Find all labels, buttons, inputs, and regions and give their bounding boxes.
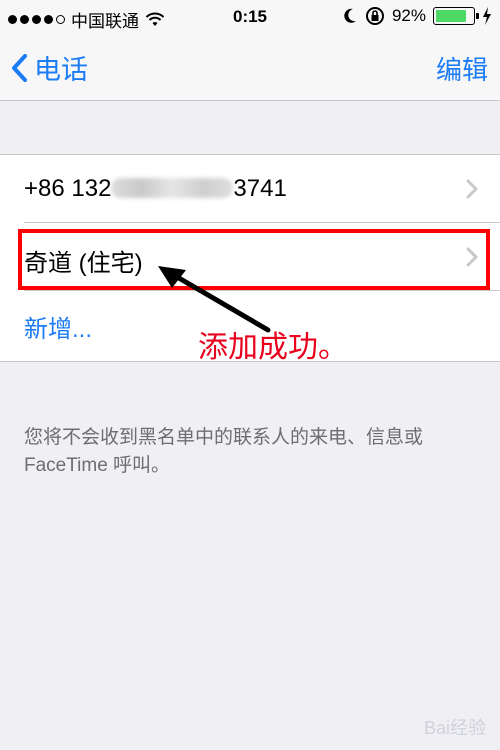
chevron-left-icon [12, 53, 27, 82]
blocked-item-phone-label: +86 132 3741 [24, 175, 287, 203]
redacted-digits [111, 178, 234, 199]
add-new-label: 新增... [24, 316, 93, 343]
status-right: 92% [342, 6, 492, 26]
moon-icon [344, 8, 356, 23]
watermark-logo: Bai经验 [423, 718, 486, 738]
phone-suffix: 3741 [233, 175, 287, 202]
chevron-right-icon [466, 179, 478, 199]
rotation-lock-icon [365, 7, 384, 25]
phone-prefix: +86 132 [24, 175, 112, 202]
back-button-label: 电话 [34, 55, 88, 85]
blocklist-footer-note: 您将不会收到黑名单中的联系人的来电、信息或 FaceTime 呼叫。 [24, 427, 424, 476]
battery-percent: 92% [391, 6, 426, 25]
navigation-bar: 电话 编辑 [0, 34, 500, 101]
blocked-item-phone[interactable]: +86 132 3741 [0, 155, 500, 223]
battery-level-fill [436, 10, 467, 22]
battery-icon [433, 7, 479, 25]
status-bar: 中国联通 0:15 92% [0, 0, 500, 34]
edit-button[interactable]: 编辑 [436, 50, 488, 87]
annotation-text: 添加成功。 [198, 331, 348, 364]
charging-bolt-icon [483, 7, 491, 25]
back-button[interactable]: 电话 [10, 48, 88, 87]
